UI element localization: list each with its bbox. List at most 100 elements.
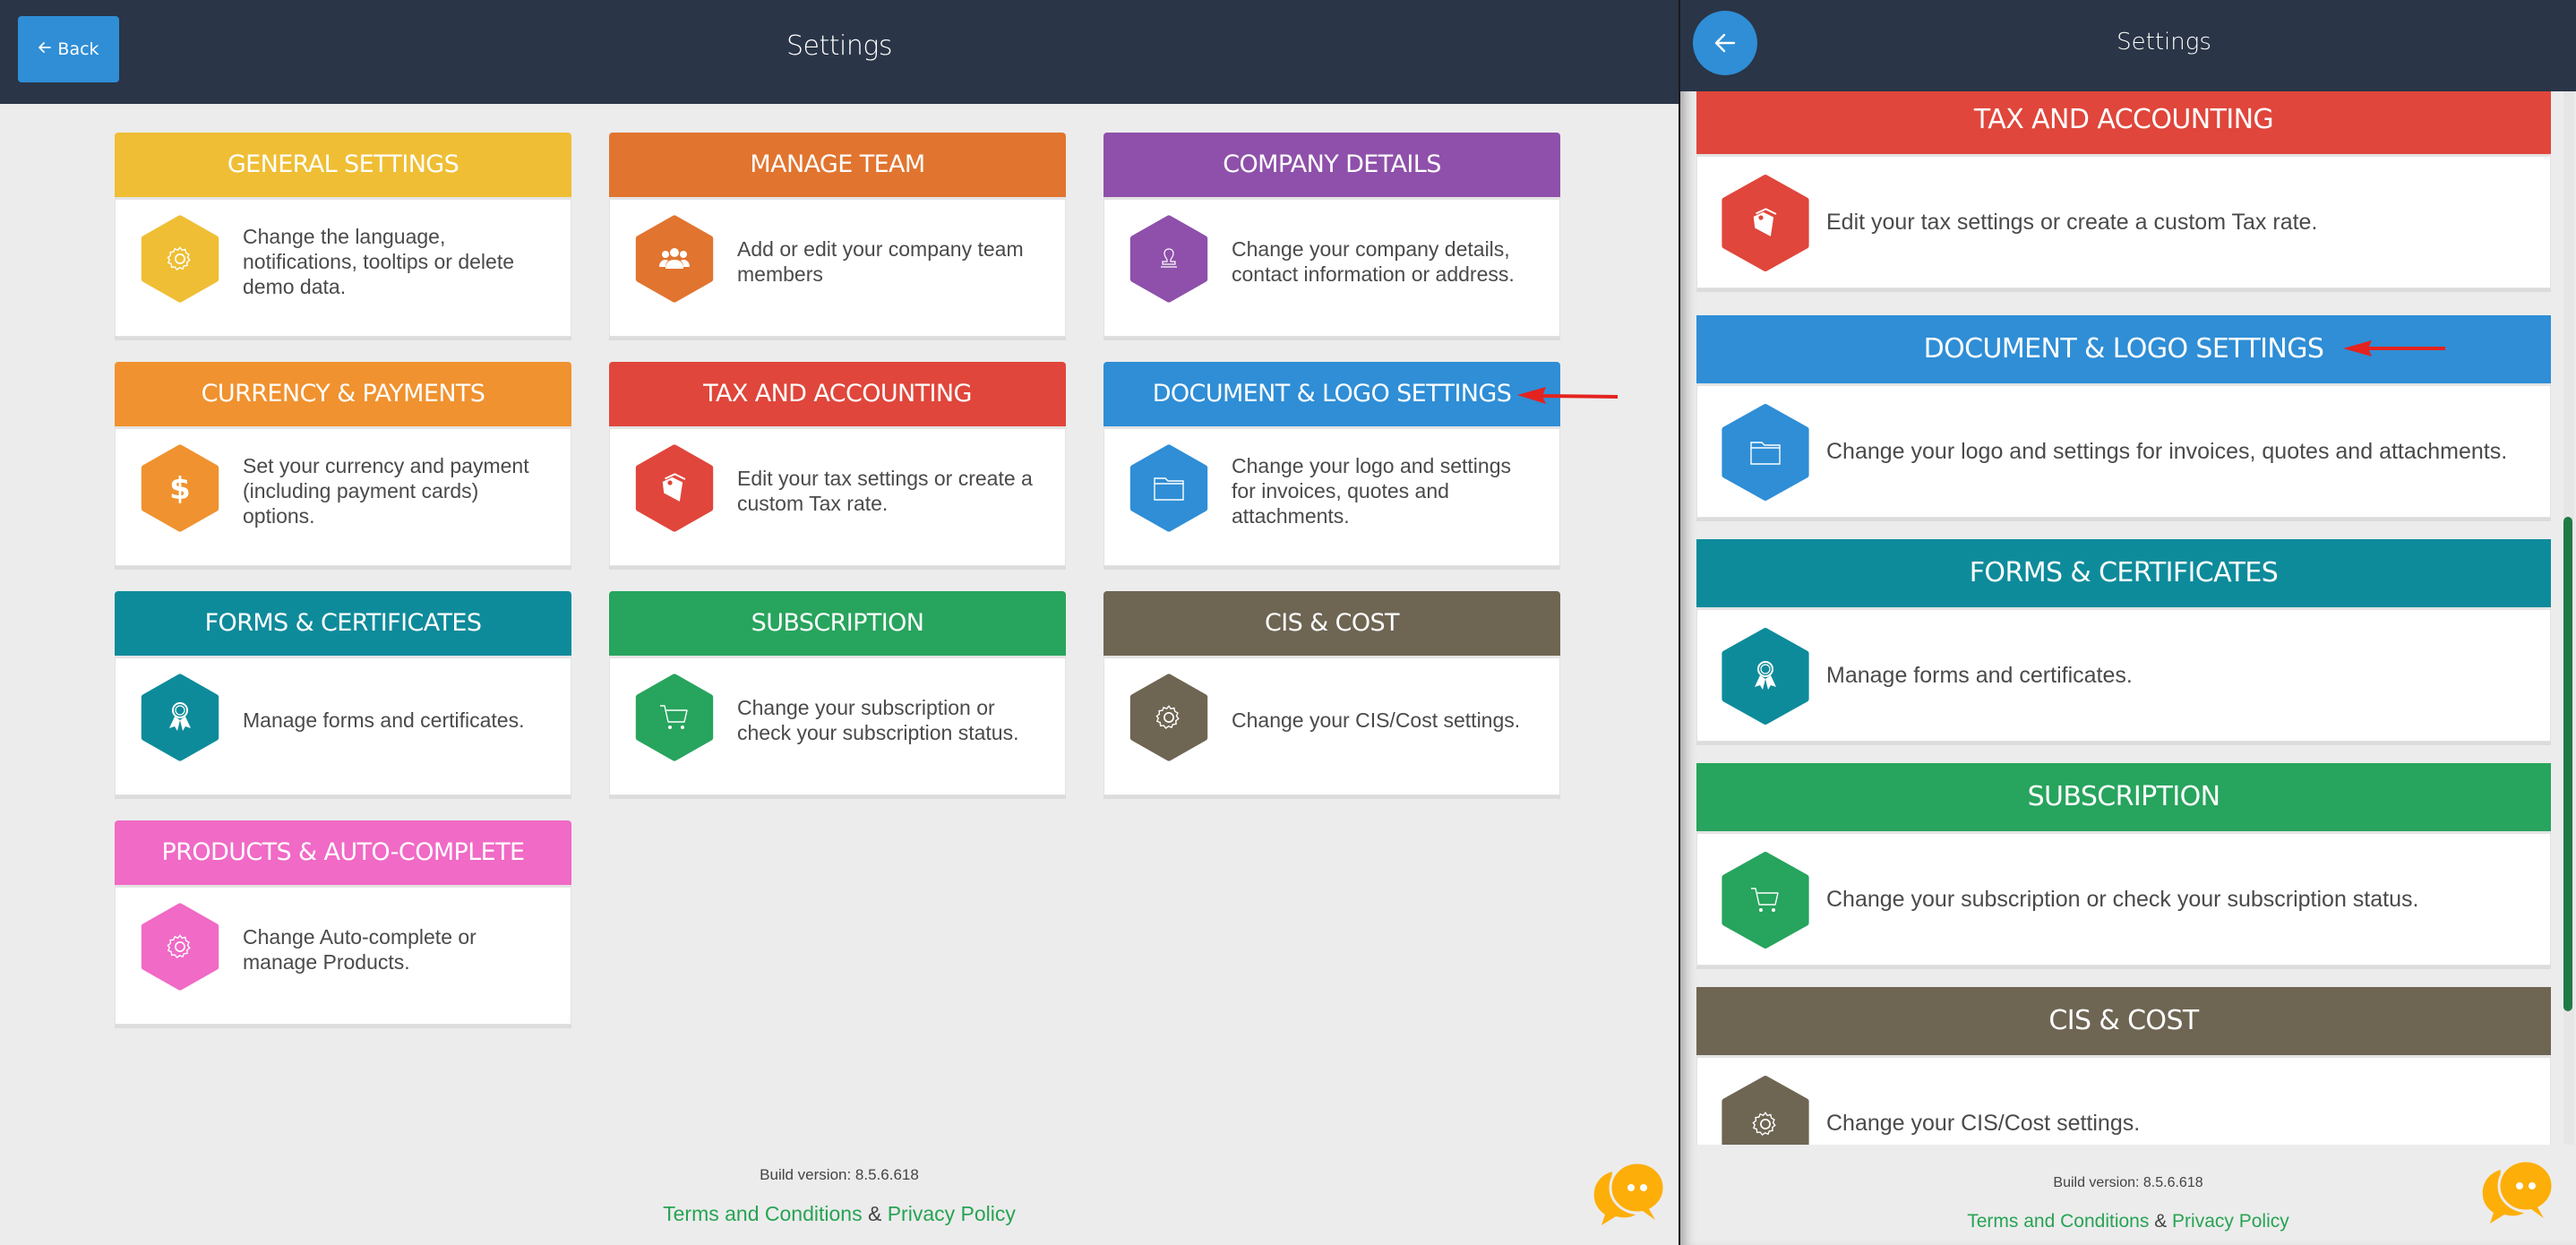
card-title[interactable]: TAX AND ACCOUNTING <box>1696 91 2551 154</box>
card-title[interactable]: CIS & COST <box>1696 987 2551 1055</box>
award-icon <box>1752 658 1779 694</box>
settings-card-cis-and-cost[interactable]: CIS & COST Change your CIS/Cost settings… <box>1696 987 2551 1145</box>
card-title[interactable]: CURRENCY & PAYMENTS <box>115 362 571 426</box>
gear-icon <box>165 932 195 962</box>
card-description: Change your logo and settings for invoic… <box>1826 386 2541 517</box>
chat-widget-button[interactable] <box>1589 1155 1668 1227</box>
card-title[interactable]: TAX AND ACCOUNTING <box>609 362 1066 426</box>
card-description: Manage forms and certificates. <box>243 658 549 782</box>
card-body[interactable]: Change your company details, contact inf… <box>1103 197 1560 337</box>
annotation-arrow <box>1517 387 1619 404</box>
scrollbar-thumb[interactable] <box>2563 517 2572 1011</box>
card-description-text: Change your subscription or check your s… <box>1826 887 2419 912</box>
card-description-text: Change the language, notifications, tool… <box>243 225 515 298</box>
mobile-settings-view: Settings TAX AND ACCOUNTING Edit your ta… <box>1680 0 2576 1245</box>
settings-card-general-settings[interactable]: GENERAL SETTINGS Change the language, no… <box>115 133 571 337</box>
card-icon-badge <box>1129 443 1208 533</box>
build-version: Build version: 8.5.6.618 <box>760 1166 919 1183</box>
card-description: Change your subscription or check your s… <box>737 658 1043 782</box>
page-title: Settings <box>2117 29 2211 56</box>
card-description-text: Set your currency and payment (including… <box>243 454 529 528</box>
ampersand: & <box>862 1202 888 1225</box>
card-title[interactable]: FORMS & CERTIFICATES <box>115 591 571 656</box>
card-description-text: Change Auto-complete or manage Products. <box>243 925 477 974</box>
card-title[interactable]: SUBSCRIPTION <box>609 591 1066 656</box>
gear-icon <box>1154 702 1184 733</box>
folder-icon <box>1749 439 1782 466</box>
card-icon-badge <box>141 214 219 304</box>
card-description-text: Manage forms and certificates. <box>243 708 525 732</box>
card-body[interactable]: Manage forms and certificates. <box>1696 607 2551 742</box>
card-description: Manage forms and certificates. <box>1826 610 2541 741</box>
cart-icon <box>658 702 691 733</box>
settings-card-manage-team[interactable]: MANAGE TEAM Add or edit your company tea… <box>609 133 1066 337</box>
top-bar: Back Settings <box>0 0 1679 104</box>
card-title[interactable]: PRODUCTS & AUTO-COMPLETE <box>115 820 571 885</box>
card-body[interactable]: Change your logo and settings for invoic… <box>1696 383 2551 518</box>
card-title[interactable]: GENERAL SETTINGS <box>115 133 571 197</box>
card-body[interactable]: Edit your tax settings or create a custo… <box>1696 154 2551 288</box>
card-description-text: Change your logo and settings for invoic… <box>1232 454 1511 528</box>
card-title[interactable]: COMPANY DETAILS <box>1103 133 1560 197</box>
card-title[interactable]: DOCUMENT & LOGO SETTINGS <box>1103 362 1560 426</box>
card-title[interactable]: CIS & COST <box>1103 591 1560 656</box>
card-icon-badge <box>1721 850 1810 950</box>
settings-card-subscription[interactable]: SUBSCRIPTION Change your subscription or… <box>1696 763 2551 966</box>
card-body[interactable]: Change your logo and settings for invoic… <box>1103 426 1560 566</box>
card-description: Change your CIS/Cost settings. <box>1826 1058 2541 1145</box>
card-description: Add or edit your company team members <box>737 200 1043 323</box>
card-icon-badge <box>141 673 219 762</box>
gear-icon <box>165 244 195 274</box>
card-icon-badge: $ <box>141 443 219 533</box>
card-body[interactable]: Change your subscription or check your s… <box>1696 831 2551 966</box>
settings-card-tax-and-accounting[interactable]: TAX AND ACCOUNTING Edit your tax setting… <box>1696 91 2551 288</box>
card-description-text: Change your logo and settings for invoic… <box>1826 439 2508 464</box>
privacy-link[interactable]: Privacy Policy <box>888 1202 1016 1225</box>
card-title[interactable]: MANAGE TEAM <box>609 133 1066 197</box>
settings-card-currency-and-payments[interactable]: CURRENCY & PAYMENTS $ Set your currency … <box>115 362 571 566</box>
card-body[interactable]: Add or edit your company team members <box>609 197 1066 337</box>
chat-bubbles-icon <box>2482 1159 2555 1224</box>
card-description: Set your currency and payment (including… <box>243 429 549 553</box>
card-icon-badge <box>1721 626 1810 726</box>
card-body[interactable]: Manage forms and certificates. <box>115 656 571 795</box>
settings-card-forms-and-certificates[interactable]: FORMS & CERTIFICATES Manage forms and ce… <box>1696 539 2551 742</box>
card-icon-badge <box>635 214 714 304</box>
settings-card-forms-and-certificates[interactable]: FORMS & CERTIFICATES Manage forms and ce… <box>115 591 571 795</box>
build-version: Build version: 8.5.6.618 <box>2053 1175 2203 1190</box>
cart-icon <box>1749 885 1782 915</box>
settings-card-document-and-logo-settings[interactable]: DOCUMENT & LOGO SETTINGS Change your log… <box>1103 362 1560 566</box>
card-body[interactable]: Change your CIS/Cost settings. <box>1103 656 1560 795</box>
card-icon-badge <box>141 902 219 992</box>
chat-widget-button[interactable] <box>2477 1154 2556 1225</box>
card-body[interactable]: $ Set your currency and payment (includi… <box>115 426 571 566</box>
privacy-link[interactable]: Privacy Policy <box>2172 1211 2289 1232</box>
terms-link[interactable]: Terms and Conditions <box>663 1202 862 1225</box>
card-icon-badge <box>635 673 714 762</box>
top-bar: Settings <box>1680 0 2576 91</box>
terms-link[interactable]: Terms and Conditions <box>1967 1211 2149 1232</box>
folder-icon <box>1153 475 1185 502</box>
card-body[interactable]: Change your subscription or check your s… <box>609 656 1066 795</box>
award-icon <box>167 700 193 735</box>
card-body[interactable]: Change your CIS/Cost settings. <box>1696 1055 2551 1145</box>
team-icon <box>658 245 691 272</box>
settings-card-tax-and-accounting[interactable]: TAX AND ACCOUNTING Edit your tax setting… <box>609 362 1066 566</box>
card-description-text: Add or edit your company team members <box>737 237 1024 286</box>
settings-card-company-details[interactable]: COMPANY DETAILS Change your company deta… <box>1103 133 1560 337</box>
settings-card-products-and-auto-complete[interactable]: PRODUCTS & AUTO-COMPLETE Change Auto-com… <box>115 820 571 1025</box>
card-description: Change your subscription or check your s… <box>1826 834 2541 965</box>
card-description: Change your company details, contact inf… <box>1232 200 1538 323</box>
ampersand: & <box>2149 1211 2173 1232</box>
card-body[interactable]: Change the language, notifications, tool… <box>115 197 571 337</box>
gear-icon <box>1750 1109 1781 1139</box>
card-description: Edit your tax settings or create a custo… <box>1826 157 2541 288</box>
settings-card-cis-and-cost[interactable]: CIS & COST Change your CIS/Cost settings… <box>1103 591 1560 795</box>
svg-text:$: $ <box>169 471 191 506</box>
card-title[interactable]: FORMS & CERTIFICATES <box>1696 539 2551 607</box>
settings-card-subscription[interactable]: SUBSCRIPTION Change your subscription or… <box>609 591 1066 795</box>
card-body[interactable]: Edit your tax settings or create a custo… <box>609 426 1066 566</box>
card-title[interactable]: SUBSCRIPTION <box>1696 763 2551 831</box>
card-icon-badge <box>1129 214 1208 304</box>
card-body[interactable]: Change Auto-complete or manage Products. <box>115 885 571 1025</box>
